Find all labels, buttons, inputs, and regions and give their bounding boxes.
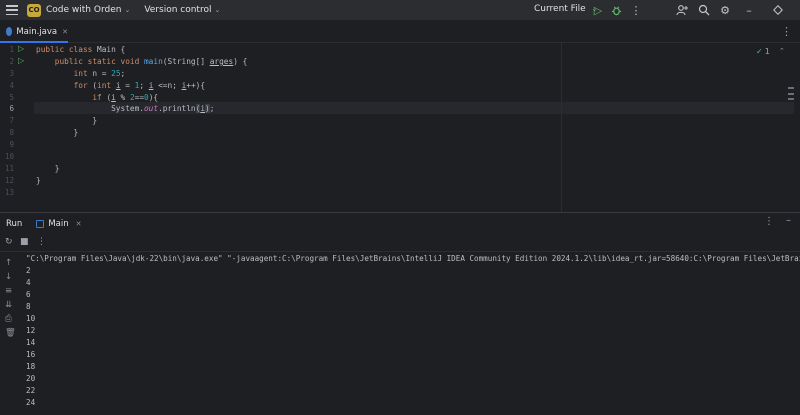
run-toolbar: ↻ ■ ⋮ [0, 234, 800, 252]
more-options-icon[interactable]: ⋮ [37, 237, 46, 247]
console-line: 14 [26, 338, 36, 347]
console-line: 24 [26, 398, 36, 407]
print-icon[interactable]: ⎙ [5, 314, 12, 324]
code-line-5: if (i % 2==0){ [92, 93, 159, 102]
line-number-gutter[interactable]: 1 2 3 4 5 6 7 8 9 10 11 12 13 ▷ ▷ [0, 43, 34, 212]
run-tab-label: Main [48, 218, 69, 229]
console-line: 4 [26, 278, 31, 287]
console-line: 22 [26, 386, 36, 395]
line-number: 9 [9, 140, 14, 149]
line-number: 4 [9, 81, 14, 90]
vcs-chevron-down-icon[interactable]: ⌄ [214, 6, 220, 14]
code-line-6: System.out.println(i); [36, 104, 215, 113]
scrollbar-marker[interactable] [788, 93, 794, 95]
main-menu-icon[interactable] [6, 5, 18, 15]
console-line: 10 [26, 314, 36, 323]
line-number: 11 [4, 164, 14, 173]
code-line-12: } [36, 176, 41, 185]
line-number-current: 6 [9, 104, 14, 113]
scroll-up-icon[interactable]: ↑ [5, 258, 12, 268]
right-margin-guide [561, 43, 562, 212]
console-line: 6 [26, 290, 31, 299]
scrollbar-marker[interactable] [788, 98, 794, 100]
line-number: 7 [9, 116, 14, 125]
restore-window-icon[interactable] [771, 3, 785, 17]
console-line: 12 [26, 326, 36, 335]
tab-label: Main.java [16, 26, 58, 37]
code-line-3: int n = 25; [73, 69, 126, 78]
code-line-8: } [36, 128, 79, 137]
debug-icon[interactable] [609, 3, 623, 17]
run-panel-title: Run [6, 218, 23, 229]
code-line-11: } [36, 164, 60, 173]
console-line: 20 [26, 374, 36, 383]
line-number: 5 [9, 93, 14, 102]
code-line-1: public class Main { [36, 45, 126, 54]
run-config-label: Current File [534, 4, 586, 14]
inspection-widget[interactable]: ✓ 1 [756, 47, 770, 56]
code-editor[interactable]: 1 2 3 4 5 6 7 8 9 10 11 12 13 ▷ ▷ public… [0, 43, 800, 212]
panel-options-icon[interactable]: ⋮ [764, 216, 774, 227]
scrollbar-marker[interactable] [788, 87, 794, 89]
close-tab-icon[interactable]: ✕ [62, 28, 68, 36]
run-main-gutter-icon[interactable]: ▷ [18, 56, 24, 65]
console-command-line: "C:\Program Files\Java\jdk-22\bin\java.e… [26, 254, 800, 263]
rerun-icon[interactable]: ↻ [5, 237, 13, 247]
code-line-7: } [36, 116, 98, 125]
console-line: 8 [26, 302, 31, 311]
inspection-count: 1 [764, 47, 770, 56]
line-number: 2 [9, 57, 14, 66]
stop-icon[interactable]: ■ [20, 237, 29, 247]
tab-actions-more-icon[interactable]: ⋮ [781, 25, 792, 38]
project-badge[interactable]: CO [27, 3, 41, 17]
code-line-4: for (int i = 1; i <=n; i++){ [73, 81, 206, 90]
line-number: 1 [9, 45, 14, 54]
run-configuration-selector[interactable]: Current File ⌄ [534, 4, 597, 14]
run-icon[interactable]: ▷ [591, 3, 605, 17]
hide-panel-icon[interactable]: – [786, 215, 791, 226]
console-line: 2 [26, 266, 31, 275]
more-actions-icon[interactable]: ⋮ [629, 3, 643, 17]
line-number: 12 [4, 176, 14, 185]
title-bar: CO Code with Orden ⌄ Version control ⌄ C… [0, 0, 800, 21]
inspection-chevron-icon[interactable]: ⌃ [779, 47, 785, 55]
run-config-icon [36, 219, 45, 228]
console-side-toolbar: ↑ ↓ ≡ ⇊ ⎙ 🗑 [0, 252, 20, 415]
line-number: 13 [4, 188, 14, 197]
java-class-icon [6, 27, 13, 36]
run-panel-header: Run Main ✕ ⋮ – [0, 213, 800, 234]
line-number: 10 [4, 152, 14, 161]
add-user-icon[interactable] [675, 3, 689, 17]
line-number: 8 [9, 128, 14, 137]
tab-main-java[interactable]: Main.java ✕ [0, 22, 68, 43]
scroll-to-end-icon[interactable]: ⇊ [5, 300, 12, 310]
settings-gear-icon[interactable]: ⚙ [718, 3, 732, 17]
search-icon[interactable] [697, 3, 711, 17]
scroll-down-icon[interactable]: ↓ [5, 272, 12, 282]
minimize-window-icon[interactable]: – [742, 3, 756, 17]
clear-all-trash-icon[interactable]: 🗑 [5, 328, 16, 338]
run-tab-main[interactable]: Main ✕ [36, 219, 81, 229]
soft-wrap-icon[interactable]: ≡ [5, 286, 12, 296]
code-line-2: public static void main(String[] arges) … [54, 57, 248, 66]
project-chevron-down-icon[interactable]: ⌄ [124, 6, 130, 14]
close-run-tab-icon[interactable]: ✕ [76, 220, 82, 228]
run-class-gutter-icon[interactable]: ▷ [18, 44, 24, 53]
console-line: 16 [26, 350, 36, 359]
console-output[interactable]: "C:\Program Files\Java\jdk-22\bin\java.e… [26, 254, 800, 415]
project-name[interactable]: Code with Orden [46, 5, 121, 15]
line-number: 3 [9, 69, 14, 78]
version-control-menu[interactable]: Version control [144, 5, 211, 15]
console-line: 18 [26, 362, 36, 371]
editor-tab-bar: Main.java ✕ ⋮ [0, 22, 800, 43]
